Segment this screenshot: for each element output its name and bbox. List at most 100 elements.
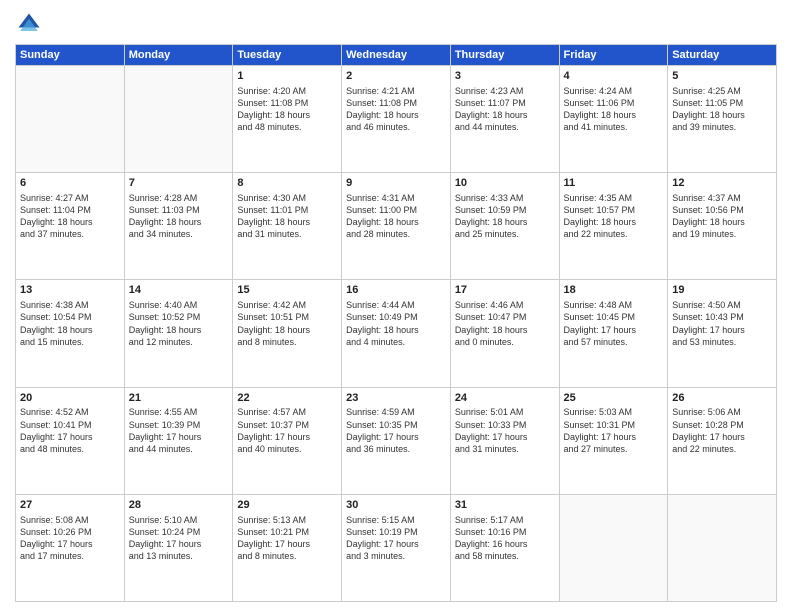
- calendar-cell: 5Sunrise: 4:25 AMSunset: 11:05 PMDayligh…: [668, 66, 777, 173]
- day-info: Sunrise: 5:03 AMSunset: 10:31 PMDaylight…: [564, 406, 664, 455]
- weekday-header-thursday: Thursday: [450, 45, 559, 66]
- day-number: 15: [237, 283, 337, 298]
- calendar-cell: 29Sunrise: 5:13 AMSunset: 10:21 PMDaylig…: [233, 494, 342, 601]
- day-number: 17: [455, 283, 555, 298]
- calendar-cell: 9Sunrise: 4:31 AMSunset: 11:00 PMDayligh…: [342, 173, 451, 280]
- weekday-header-monday: Monday: [124, 45, 233, 66]
- day-info: Sunrise: 4:30 AMSunset: 11:01 PMDaylight…: [237, 192, 337, 241]
- day-number: 9: [346, 176, 446, 191]
- day-info: Sunrise: 5:15 AMSunset: 10:19 PMDaylight…: [346, 514, 446, 563]
- day-info: Sunrise: 4:23 AMSunset: 11:07 PMDaylight…: [455, 85, 555, 134]
- day-number: 26: [672, 391, 772, 406]
- day-number: 14: [129, 283, 229, 298]
- calendar-cell: 30Sunrise: 5:15 AMSunset: 10:19 PMDaylig…: [342, 494, 451, 601]
- day-number: 4: [564, 69, 664, 84]
- day-number: 7: [129, 176, 229, 191]
- day-number: 2: [346, 69, 446, 84]
- calendar-cell: [668, 494, 777, 601]
- calendar-cell: 31Sunrise: 5:17 AMSunset: 10:16 PMDaylig…: [450, 494, 559, 601]
- day-number: 20: [20, 391, 120, 406]
- calendar-week-4: 20Sunrise: 4:52 AMSunset: 10:41 PMDaylig…: [16, 387, 777, 494]
- day-info: Sunrise: 5:06 AMSunset: 10:28 PMDaylight…: [672, 406, 772, 455]
- calendar-cell: 3Sunrise: 4:23 AMSunset: 11:07 PMDayligh…: [450, 66, 559, 173]
- day-info: Sunrise: 5:17 AMSunset: 10:16 PMDaylight…: [455, 514, 555, 563]
- day-number: 28: [129, 498, 229, 513]
- calendar-cell: 17Sunrise: 4:46 AMSunset: 10:47 PMDaylig…: [450, 280, 559, 387]
- calendar-cell: 20Sunrise: 4:52 AMSunset: 10:41 PMDaylig…: [16, 387, 125, 494]
- calendar-cell: 19Sunrise: 4:50 AMSunset: 10:43 PMDaylig…: [668, 280, 777, 387]
- calendar-week-2: 6Sunrise: 4:27 AMSunset: 11:04 PMDayligh…: [16, 173, 777, 280]
- calendar-cell: 12Sunrise: 4:37 AMSunset: 10:56 PMDaylig…: [668, 173, 777, 280]
- calendar-cell: 4Sunrise: 4:24 AMSunset: 11:06 PMDayligh…: [559, 66, 668, 173]
- day-number: 16: [346, 283, 446, 298]
- calendar-cell: [16, 66, 125, 173]
- day-info: Sunrise: 4:28 AMSunset: 11:03 PMDaylight…: [129, 192, 229, 241]
- calendar-cell: 24Sunrise: 5:01 AMSunset: 10:33 PMDaylig…: [450, 387, 559, 494]
- day-info: Sunrise: 5:10 AMSunset: 10:24 PMDaylight…: [129, 514, 229, 563]
- calendar-cell: [559, 494, 668, 601]
- calendar-cell: 14Sunrise: 4:40 AMSunset: 10:52 PMDaylig…: [124, 280, 233, 387]
- calendar-week-1: 1Sunrise: 4:20 AMSunset: 11:08 PMDayligh…: [16, 66, 777, 173]
- day-info: Sunrise: 4:55 AMSunset: 10:39 PMDaylight…: [129, 406, 229, 455]
- day-number: 3: [455, 69, 555, 84]
- calendar-cell: [124, 66, 233, 173]
- calendar-cell: 22Sunrise: 4:57 AMSunset: 10:37 PMDaylig…: [233, 387, 342, 494]
- calendar-cell: 16Sunrise: 4:44 AMSunset: 10:49 PMDaylig…: [342, 280, 451, 387]
- calendar-cell: 21Sunrise: 4:55 AMSunset: 10:39 PMDaylig…: [124, 387, 233, 494]
- calendar-cell: 2Sunrise: 4:21 AMSunset: 11:08 PMDayligh…: [342, 66, 451, 173]
- day-number: 22: [237, 391, 337, 406]
- page: SundayMondayTuesdayWednesdayThursdayFrid…: [0, 0, 792, 612]
- day-number: 19: [672, 283, 772, 298]
- day-number: 6: [20, 176, 120, 191]
- day-info: Sunrise: 4:40 AMSunset: 10:52 PMDaylight…: [129, 299, 229, 348]
- day-number: 5: [672, 69, 772, 84]
- calendar-cell: 27Sunrise: 5:08 AMSunset: 10:26 PMDaylig…: [16, 494, 125, 601]
- day-info: Sunrise: 4:46 AMSunset: 10:47 PMDaylight…: [455, 299, 555, 348]
- day-number: 31: [455, 498, 555, 513]
- weekday-header-sunday: Sunday: [16, 45, 125, 66]
- calendar-cell: 7Sunrise: 4:28 AMSunset: 11:03 PMDayligh…: [124, 173, 233, 280]
- day-info: Sunrise: 4:24 AMSunset: 11:06 PMDaylight…: [564, 85, 664, 134]
- weekday-header-tuesday: Tuesday: [233, 45, 342, 66]
- weekday-header-saturday: Saturday: [668, 45, 777, 66]
- day-number: 8: [237, 176, 337, 191]
- day-number: 25: [564, 391, 664, 406]
- calendar-cell: 23Sunrise: 4:59 AMSunset: 10:35 PMDaylig…: [342, 387, 451, 494]
- calendar-cell: 10Sunrise: 4:33 AMSunset: 10:59 PMDaylig…: [450, 173, 559, 280]
- calendar-cell: 15Sunrise: 4:42 AMSunset: 10:51 PMDaylig…: [233, 280, 342, 387]
- day-info: Sunrise: 4:25 AMSunset: 11:05 PMDaylight…: [672, 85, 772, 134]
- day-info: Sunrise: 4:42 AMSunset: 10:51 PMDaylight…: [237, 299, 337, 348]
- day-number: 29: [237, 498, 337, 513]
- calendar-week-5: 27Sunrise: 5:08 AMSunset: 10:26 PMDaylig…: [16, 494, 777, 601]
- day-info: Sunrise: 4:31 AMSunset: 11:00 PMDaylight…: [346, 192, 446, 241]
- calendar-cell: 25Sunrise: 5:03 AMSunset: 10:31 PMDaylig…: [559, 387, 668, 494]
- day-number: 18: [564, 283, 664, 298]
- calendar-cell: 6Sunrise: 4:27 AMSunset: 11:04 PMDayligh…: [16, 173, 125, 280]
- day-info: Sunrise: 4:44 AMSunset: 10:49 PMDaylight…: [346, 299, 446, 348]
- day-info: Sunrise: 5:08 AMSunset: 10:26 PMDaylight…: [20, 514, 120, 563]
- day-number: 24: [455, 391, 555, 406]
- weekday-header-wednesday: Wednesday: [342, 45, 451, 66]
- day-number: 11: [564, 176, 664, 191]
- day-number: 10: [455, 176, 555, 191]
- day-info: Sunrise: 5:01 AMSunset: 10:33 PMDaylight…: [455, 406, 555, 455]
- calendar-week-3: 13Sunrise: 4:38 AMSunset: 10:54 PMDaylig…: [16, 280, 777, 387]
- day-info: Sunrise: 4:38 AMSunset: 10:54 PMDaylight…: [20, 299, 120, 348]
- day-info: Sunrise: 4:50 AMSunset: 10:43 PMDaylight…: [672, 299, 772, 348]
- logo-icon: [15, 10, 43, 38]
- calendar-cell: 26Sunrise: 5:06 AMSunset: 10:28 PMDaylig…: [668, 387, 777, 494]
- header: [15, 10, 777, 38]
- day-number: 21: [129, 391, 229, 406]
- calendar-cell: 28Sunrise: 5:10 AMSunset: 10:24 PMDaylig…: [124, 494, 233, 601]
- day-info: Sunrise: 5:13 AMSunset: 10:21 PMDaylight…: [237, 514, 337, 563]
- weekday-header-row: SundayMondayTuesdayWednesdayThursdayFrid…: [16, 45, 777, 66]
- calendar-cell: 11Sunrise: 4:35 AMSunset: 10:57 PMDaylig…: [559, 173, 668, 280]
- calendar-cell: 8Sunrise: 4:30 AMSunset: 11:01 PMDayligh…: [233, 173, 342, 280]
- calendar-cell: 13Sunrise: 4:38 AMSunset: 10:54 PMDaylig…: [16, 280, 125, 387]
- day-number: 13: [20, 283, 120, 298]
- calendar: SundayMondayTuesdayWednesdayThursdayFrid…: [15, 44, 777, 602]
- calendar-cell: 18Sunrise: 4:48 AMSunset: 10:45 PMDaylig…: [559, 280, 668, 387]
- day-info: Sunrise: 4:48 AMSunset: 10:45 PMDaylight…: [564, 299, 664, 348]
- day-info: Sunrise: 4:57 AMSunset: 10:37 PMDaylight…: [237, 406, 337, 455]
- logo: [15, 10, 47, 38]
